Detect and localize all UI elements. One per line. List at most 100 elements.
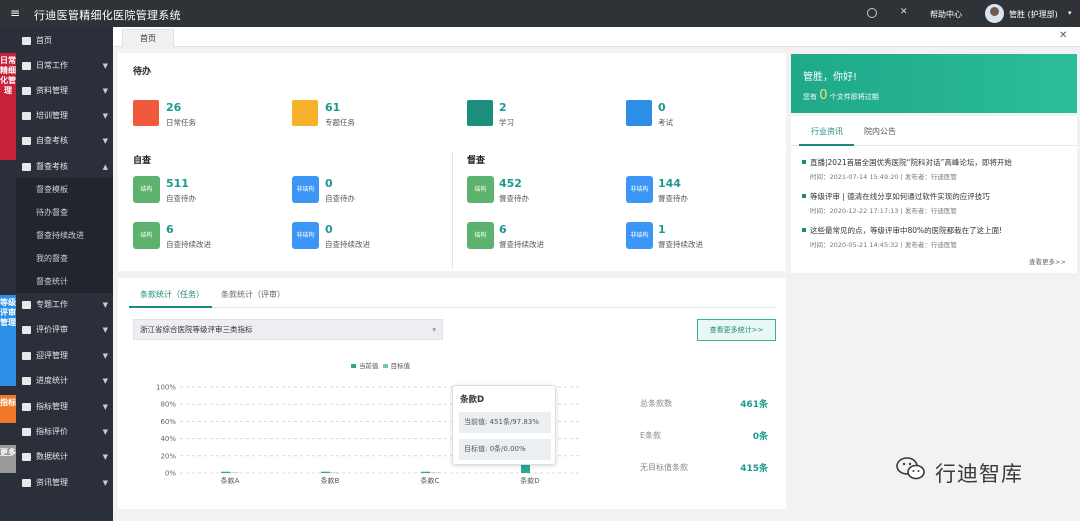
sidebar-item-indicator-mgmt[interactable]: 指标管理 ▼ <box>16 394 113 419</box>
e-clauses-value[interactable]: 0条 <box>753 429 768 442</box>
more-news-link[interactable]: 查看更多>> <box>1029 256 1066 266</box>
user-name[interactable]: 管胜 (护理部) <box>1009 9 1058 20</box>
avatar[interactable] <box>985 4 1004 23</box>
sidebar-subitem-template[interactable]: 督查模板 <box>16 178 113 201</box>
bar-current[interactable] <box>421 471 430 473</box>
chevron-down-icon[interactable]: ▾ <box>1068 9 1072 17</box>
stat-count[interactable]: 144 <box>658 177 681 190</box>
todo-count[interactable]: 2 <box>499 101 507 114</box>
chevron-down-icon: ▼ <box>102 351 108 360</box>
tab-clause-review[interactable]: 条款统计（评审） <box>221 289 285 300</box>
sidebar-item-news-mgmt[interactable]: 资讯管理 ▼ <box>16 470 113 495</box>
stat-count[interactable]: 452 <box>499 177 522 190</box>
sidebar-item-home[interactable]: 首页 <box>16 28 113 53</box>
chevron-down-icon: ▼ <box>102 111 108 120</box>
sidebar-item-special[interactable]: 专题工作 ▼ <box>16 292 113 317</box>
chart-icon <box>22 376 31 385</box>
sidebar-item-indicator-eval[interactable]: 指标评价 ▼ <box>16 419 113 444</box>
news-item[interactable]: 等级评审 | 德清在线分享如何通过软件实现的应评技巧 时间：2020-12-22… <box>802 191 1067 215</box>
stat-count[interactable]: 1 <box>658 223 666 236</box>
bar-current[interactable] <box>321 471 330 473</box>
todo-count[interactable]: 26 <box>166 101 181 114</box>
active-tab-indicator <box>129 306 212 308</box>
tab-home[interactable]: 首页 <box>122 29 174 47</box>
todo-count[interactable]: 0 <box>658 101 666 114</box>
expiring-files-count[interactable]: 0 <box>819 88 827 103</box>
news-item[interactable]: 这些最常见的点，等级评审中80%的医院都栽在了这上面! 时间：2020-05-2… <box>802 225 1067 249</box>
no-target-value[interactable]: 415条 <box>740 461 768 474</box>
refresh-icon[interactable] <box>867 8 877 18</box>
standard-select[interactable]: 浙江省综合医院等级评审三类指标 <box>133 319 443 340</box>
sidebar: 日常精细化管理 等级评审管理 指标 更多 首页 日常工作 ▼ 资料管理 ▼ 培训管理… <box>0 27 113 521</box>
chevron-down-icon: ▼ <box>102 376 108 385</box>
menu-toggle-icon[interactable]: ≡ <box>10 6 20 20</box>
sidebar-item-self-check[interactable]: 自查考核 ▼ <box>16 128 113 153</box>
task-list-icon[interactable] <box>133 100 159 126</box>
sidebar-subitem-mine[interactable]: 我的督查 <box>16 247 113 270</box>
legend-swatch-target <box>382 364 388 368</box>
stat-count[interactable]: 6 <box>166 223 174 236</box>
more-stats-button[interactable]: 查看更多统计>> <box>697 319 776 341</box>
supervise-title: 督查 <box>467 156 486 166</box>
group-tab-review[interactable]: 等级评审管理 <box>0 295 16 386</box>
sidebar-item-supervise[interactable]: 督查考核 ▲ <box>16 154 113 179</box>
legend-target[interactable]: 目标值 <box>391 362 411 370</box>
sidebar-item-evaluate[interactable]: 评价评审 ▼ <box>16 317 113 342</box>
legend-swatch-current <box>351 364 356 368</box>
bar-current[interactable] <box>221 471 230 473</box>
stat-count[interactable]: 0 <box>325 177 333 190</box>
sidebar-item-training[interactable]: 培训管理 ▼ <box>16 103 113 128</box>
group-tab-daily[interactable]: 日常精细化管理 <box>0 53 16 160</box>
x-tick-label: 条款D <box>520 476 539 485</box>
sidebar-item-documents[interactable]: 资料管理 ▼ <box>16 78 113 103</box>
stat-count[interactable]: 511 <box>166 177 189 190</box>
user-icon[interactable] <box>626 100 652 126</box>
total-clauses-value[interactable]: 461条 <box>740 397 768 410</box>
chevron-down-icon: ▼ <box>102 136 108 145</box>
sidebar-subitem-stats[interactable]: 督查统计 <box>16 270 113 293</box>
chart-tooltip: 条款D 当前值: 451条/97.83% 目标值: 0条/0.00% <box>452 385 556 465</box>
chart-legend[interactable]: 当前值 目标值 <box>351 360 410 370</box>
legend-current[interactable]: 当前值 <box>359 362 379 370</box>
expiring-files-text[interactable]: 您有 0 个文件即将过期 <box>803 88 879 103</box>
unstructured-badge: 非结构 <box>626 176 653 203</box>
chevron-down-icon: ▼ <box>102 402 108 411</box>
sidebar-item-progress[interactable]: 进度统计 ▼ <box>16 368 113 393</box>
edit-icon <box>22 427 31 436</box>
fullscreen-icon[interactable] <box>899 7 909 18</box>
stat-label: 自查待办 <box>166 194 196 203</box>
help-center-link[interactable]: 帮助中心 <box>930 9 962 20</box>
chevron-down-icon: ▼ <box>102 86 108 95</box>
group-tab-more[interactable]: 更多 <box>0 445 16 473</box>
graduation-cap-icon[interactable] <box>467 100 493 126</box>
news-item[interactable]: 直播|2021首届全国优秀医院“院科对话”高峰论坛，即将开始 时间：2021-0… <box>802 157 1067 181</box>
welcome-banner: 管胜，你好! 您有 0 个文件即将过期 <box>791 54 1077 113</box>
y-tick-label: 40% <box>160 435 176 443</box>
chevron-down-icon: ▼ <box>102 478 108 487</box>
no-target-row: 无目标值条款 415条 <box>640 461 768 474</box>
news-card: 行业资讯 院内公告 直播|2021首届全国优秀医院“院科对话”高峰论坛，即将开始… <box>791 116 1077 273</box>
tab-clause-task[interactable]: 条款统计（任务） <box>140 289 204 300</box>
structured-badge: 结构 <box>133 222 160 249</box>
sidebar-subitem-pending[interactable]: 待办督查 <box>16 201 113 224</box>
tab-hospital-notice[interactable]: 院内公告 <box>864 126 896 137</box>
chevron-down-icon: ▼ <box>102 452 108 461</box>
sidebar-item-prepare[interactable]: 迎评管理 ▼ <box>16 343 113 368</box>
sidebar-item-daily-work[interactable]: 日常工作 ▼ <box>16 53 113 78</box>
sidebar-item-data-stats[interactable]: 数据统计 ▼ <box>16 444 113 469</box>
bookmark-icon[interactable] <box>292 100 318 126</box>
stat-count[interactable]: 6 <box>499 223 507 236</box>
stat-label: 督查持续改进 <box>499 240 544 249</box>
chevron-up-icon: ▲ <box>102 162 108 171</box>
document-icon <box>22 136 31 145</box>
x-tick-label: 条款B <box>321 476 340 485</box>
stat-count[interactable]: 0 <box>325 223 333 236</box>
tab-industry-news[interactable]: 行业资讯 <box>811 126 843 137</box>
todo-count[interactable]: 61 <box>325 101 340 114</box>
sidebar-subitem-improve[interactable]: 督查持续改进 <box>16 224 113 247</box>
close-icon[interactable]: ✕ <box>1059 30 1067 41</box>
group-tab-indicator[interactable]: 指标 <box>0 395 16 423</box>
active-tab-indicator <box>799 144 854 146</box>
todo-label: 日常任务 <box>166 118 196 127</box>
tab-bar: 首页 ✕ <box>113 27 1080 47</box>
